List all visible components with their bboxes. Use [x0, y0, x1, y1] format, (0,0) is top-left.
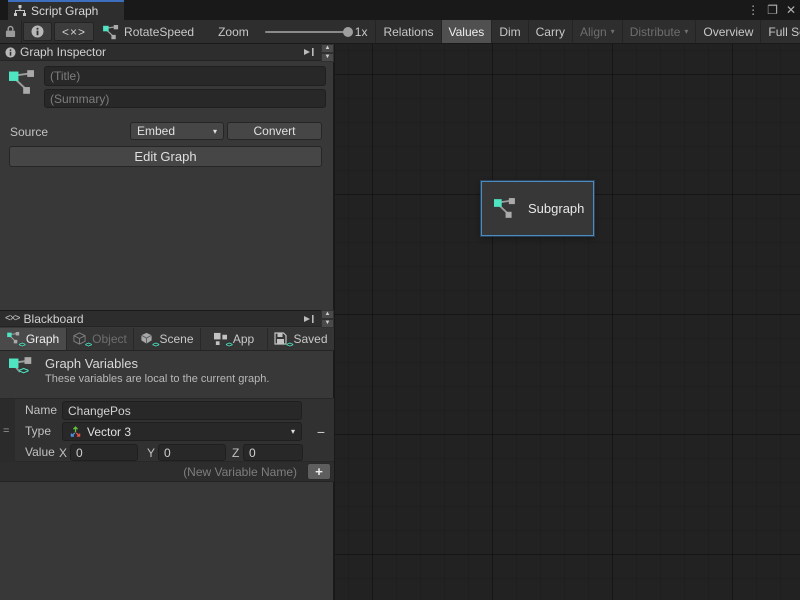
source-label: Source	[10, 125, 48, 139]
toolbar-buttons: Relations Values Dim Carry Align▾ Distri…	[376, 20, 800, 43]
new-variable-row: +	[0, 462, 334, 482]
close-icon[interactable]: ✕	[786, 0, 796, 20]
section-title: Graph Variables	[45, 356, 138, 371]
x-label: X	[59, 446, 67, 460]
variable-name-input[interactable]	[62, 401, 302, 420]
drag-handle-icon[interactable]: =	[3, 425, 9, 437]
tab-app[interactable]: <> App	[201, 328, 268, 350]
new-variable-input[interactable]	[12, 463, 302, 481]
zoom-slider-handle[interactable]	[343, 27, 353, 37]
cube-icon: <>	[73, 332, 88, 346]
edit-graph-button[interactable]: Edit Graph	[9, 146, 322, 167]
graph-icon	[103, 25, 118, 39]
graph-name: RotateSpeed	[124, 25, 194, 39]
variable-row: = Name Type Vector 3 ▾ − Value X	[0, 398, 334, 462]
y-value-input[interactable]	[158, 444, 226, 461]
remove-variable-button[interactable]: −	[313, 422, 329, 441]
window-tab-bar: Script Graph ⋮ ❐ ✕	[0, 0, 800, 20]
variable-type-dropdown[interactable]: Vector 3 ▾	[62, 422, 302, 441]
graph-breadcrumb[interactable]: RotateSpeed	[95, 20, 204, 43]
dock-icon[interactable]	[301, 314, 317, 324]
tab-object[interactable]: <> Object	[67, 328, 134, 350]
panel-title: Blackboard	[24, 312, 84, 326]
overview-button[interactable]: Overview	[696, 20, 761, 43]
zoom-label: Zoom	[218, 25, 249, 39]
chevron-down-icon: ▾	[213, 127, 217, 136]
blackboard-tabs: <> Graph <> Object	[0, 328, 334, 351]
values-button[interactable]: Values	[442, 20, 493, 43]
carry-button[interactable]: Carry	[529, 20, 573, 43]
script-graph-window: Script Graph ⋮ ❐ ✕	[0, 0, 800, 600]
vector3-icon	[69, 425, 82, 438]
app-icon: <>	[214, 332, 229, 346]
tab-saved[interactable]: <> Saved	[268, 328, 334, 350]
graph-icon	[494, 198, 516, 219]
panel-title: Graph Inspector	[20, 45, 106, 59]
hierarchy-icon	[14, 5, 26, 17]
scroll-down-icon[interactable]: ▼	[321, 319, 334, 328]
relations-button[interactable]: Relations	[376, 20, 441, 43]
graph-variables-icon: <>	[9, 357, 24, 371]
scene-icon: <>	[140, 332, 155, 346]
floppy-save-icon: <>	[274, 332, 289, 346]
chevron-down-icon: ▾	[684, 27, 688, 36]
code-view-button[interactable]: <×>	[54, 22, 94, 41]
menu-kebab-icon[interactable]: ⋮	[747, 0, 759, 20]
z-value-input[interactable]	[243, 444, 303, 461]
z-label: Z	[232, 446, 239, 460]
zoom-value: 1x	[355, 25, 368, 39]
lock-icon	[5, 25, 16, 38]
chevron-down-icon: ▾	[611, 27, 615, 36]
name-label: Name	[25, 403, 57, 417]
graph-toolbar: <×> RotateSpeed Zoom 1x Relations	[0, 20, 800, 44]
scroll-down-icon[interactable]: ▼	[321, 53, 334, 62]
zoom-control: Zoom 1x	[218, 20, 376, 43]
y-label: Y	[147, 446, 155, 460]
info-icon	[31, 25, 44, 38]
x-value-input[interactable]	[70, 444, 138, 461]
tab-script-graph[interactable]: Script Graph	[8, 0, 124, 20]
panel-scroll-stepper[interactable]: ▲▼	[321, 310, 334, 327]
graph-summary-input[interactable]	[44, 89, 326, 108]
panel-scroll-stepper[interactable]: ▲▼	[321, 44, 334, 61]
maximize-icon[interactable]: ❐	[767, 0, 778, 20]
graph-inspector-header: Graph Inspector ▲▼	[0, 44, 334, 61]
info-button[interactable]	[23, 22, 52, 41]
info-icon	[5, 47, 16, 58]
zoom-slider[interactable]	[265, 31, 349, 33]
distribute-button[interactable]: Distribute▾	[623, 20, 697, 43]
dim-button[interactable]: Dim	[492, 20, 528, 43]
convert-button[interactable]: Convert	[227, 122, 322, 140]
type-label: Type	[25, 424, 51, 438]
value-label: Value	[25, 445, 55, 459]
align-button[interactable]: Align▾	[573, 20, 623, 43]
blackboard-header: <×> Blackboard ▲▼	[0, 310, 334, 327]
tab-scene[interactable]: <> Scene	[134, 328, 201, 350]
section-description: These variables are local to the current…	[45, 373, 269, 385]
add-variable-button[interactable]: +	[307, 463, 331, 480]
scroll-up-icon[interactable]: ▲	[321, 310, 334, 319]
full-screen-button[interactable]: Full Screen	[761, 20, 800, 43]
source-dropdown[interactable]: Embed ▾	[130, 122, 224, 140]
node-title: Subgraph	[528, 201, 584, 216]
lock-button[interactable]	[0, 20, 22, 43]
graph-title-input[interactable]	[44, 66, 326, 86]
dock-icon[interactable]	[301, 47, 317, 57]
graph-tab-icon: <>	[7, 332, 22, 346]
subgraph-node[interactable]: Subgraph	[481, 181, 594, 236]
scroll-up-icon[interactable]: ▲	[321, 44, 334, 53]
code-brackets-icon: <×>	[5, 313, 20, 324]
window-controls: ⋮ ❐ ✕	[747, 0, 796, 20]
chevron-down-icon: ▾	[291, 427, 295, 436]
graph-asset-icon	[9, 70, 24, 84]
tab-graph[interactable]: <> Graph	[0, 328, 67, 350]
graph-canvas[interactable]: Subgraph	[335, 44, 800, 600]
side-panel: Graph Inspector ▲▼ Source Embed ▾	[0, 44, 334, 600]
tab-title: Script Graph	[31, 4, 98, 18]
